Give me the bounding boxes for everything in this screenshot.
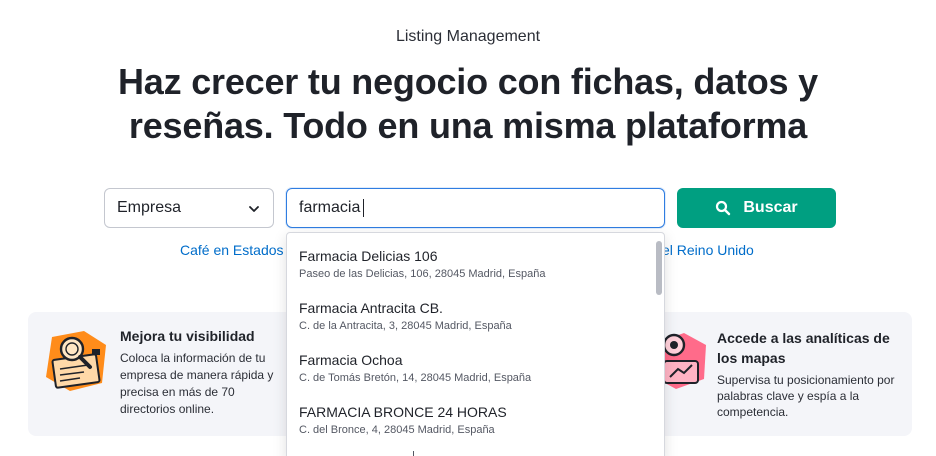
page-headline: Haz crecer tu negocio con fichas, datos … xyxy=(0,60,936,148)
suggestion-address: Paseo de las Delicias, 106, 28045 Madrid… xyxy=(299,268,546,280)
suggestion-name: FARMACIA BRONCE 24 HORAS xyxy=(299,404,507,420)
suggestion-address: C. de la Antracita, 3, 28045 Madrid, Esp… xyxy=(299,320,512,332)
suggestion-address: C. del Bronce, 4, 28045 Madrid, España xyxy=(299,424,495,436)
example-link-left[interactable]: Café en Estados xyxy=(180,242,284,258)
partial-next-item xyxy=(413,451,414,456)
search-button-label: Buscar xyxy=(743,199,798,216)
feature-visibility-title: Mejora tu visibilidad xyxy=(120,328,255,344)
headline-line-2: reseñas. Todo en una misma plataforma xyxy=(128,105,808,146)
suggestion-name: Farmacia Antracita CB. xyxy=(299,300,443,316)
suggestion-address: C. de Tomás Bretón, 14, 28045 Madrid, Es… xyxy=(299,372,532,384)
suggestion-item[interactable]: Farmacia Antracita CB. C. de la Antracit… xyxy=(299,299,649,333)
category-select[interactable]: Empresa xyxy=(104,188,274,228)
example-link-right[interactable]: el Reino Unido xyxy=(662,242,754,258)
headline-line-1: Haz crecer tu negocio con fichas, datos … xyxy=(117,61,818,102)
business-search-input[interactable]: farmacia xyxy=(286,188,665,228)
suggestion-item[interactable]: Farmacia Ochoa C. de Tomás Bretón, 14, 2… xyxy=(299,351,649,385)
suggestion-name: Farmacia Ochoa xyxy=(299,352,403,368)
search-input-value: farmacia xyxy=(299,199,361,216)
suggestion-name: Farmacia Delicias 106 xyxy=(299,248,438,264)
eyebrow-label: Listing Management xyxy=(395,28,541,45)
search-button[interactable]: Buscar xyxy=(677,188,836,228)
feature-map-analytics-title: Accede a las analíticas de los mapas xyxy=(717,330,890,366)
search-icon xyxy=(716,200,731,216)
dropdown-scrollbar[interactable] xyxy=(656,241,662,295)
feature-visibility-description: Coloca la información de tu empresa de m… xyxy=(120,351,274,416)
category-select-value: Empresa xyxy=(117,199,182,216)
chevron-down-icon xyxy=(249,206,259,212)
search-suggestions-dropdown: Farmacia Delicias 106 Paseo de las Delic… xyxy=(286,232,665,456)
feature-map-analytics-description: Supervisa tu posicionamiento por palabra… xyxy=(717,373,895,419)
text-caret xyxy=(363,199,365,217)
suggestion-item[interactable]: Farmacia Delicias 106 Paseo de las Delic… xyxy=(299,247,649,281)
suggestion-item[interactable]: FARMACIA BRONCE 24 HORAS C. del Bronce, … xyxy=(299,403,649,437)
visibility-illustration-icon xyxy=(46,331,106,391)
